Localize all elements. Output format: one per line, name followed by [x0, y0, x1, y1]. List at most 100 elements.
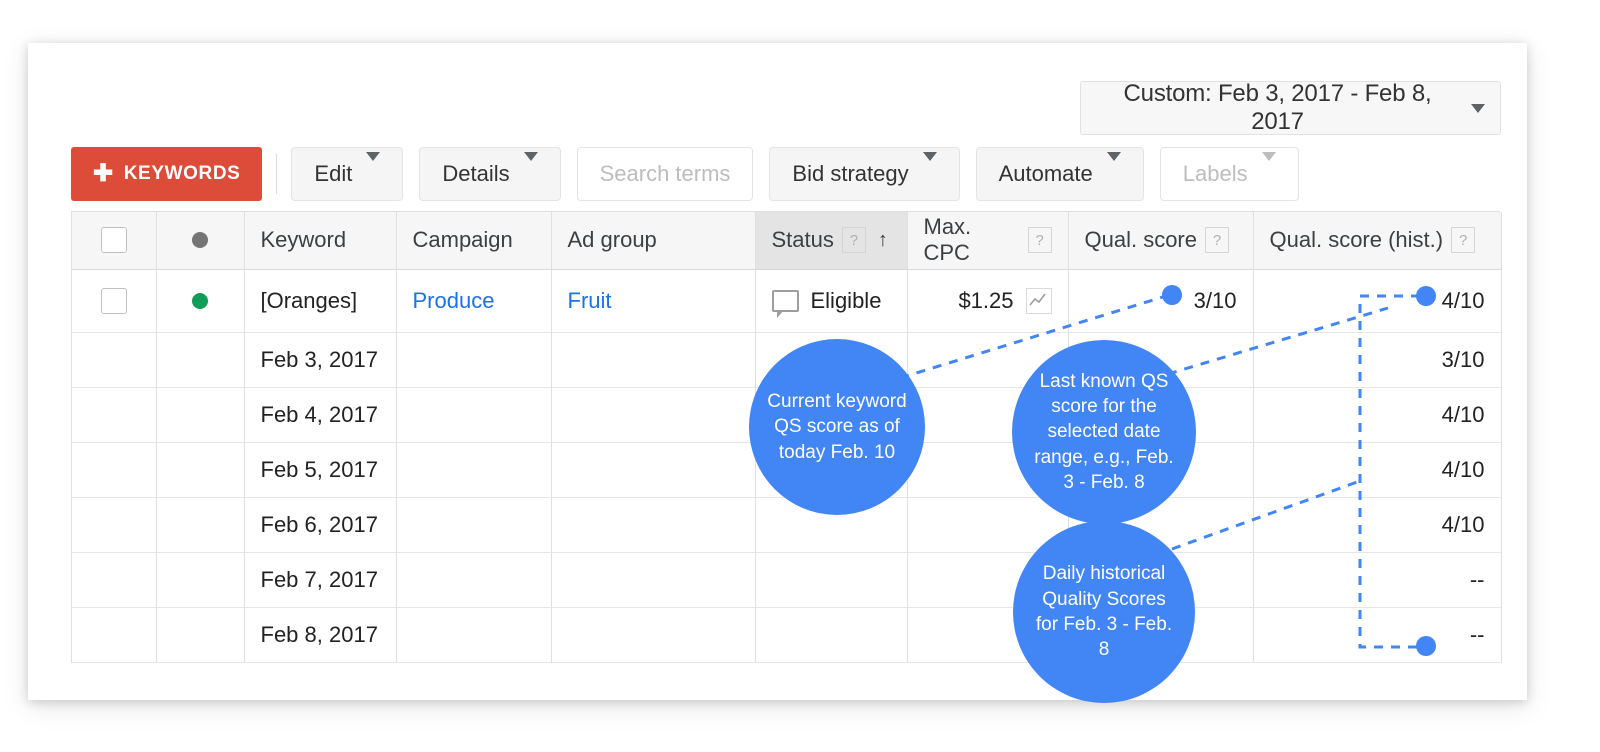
cell-status: Eligible: [755, 269, 907, 332]
cell-qual-score: 3/10: [1068, 269, 1253, 332]
add-keywords-button[interactable]: ✚ KEYWORDS: [71, 147, 262, 201]
labels-label: Labels: [1183, 161, 1248, 187]
header-max-cpc[interactable]: Max. CPC ?: [907, 212, 1068, 269]
row-status-dot-cell: [156, 607, 244, 662]
chevron-down-icon: [1107, 161, 1121, 187]
add-keywords-label: KEYWORDS: [124, 163, 241, 185]
table-row[interactable]: [Oranges] Produce Fruit Eligible: [72, 269, 1501, 332]
toolbar-divider: [276, 154, 277, 194]
header-max-cpc-label: Max. CPC: [924, 214, 1020, 266]
cell-campaign: [396, 497, 551, 552]
cell-ad-group: [551, 497, 755, 552]
cell-campaign: [396, 552, 551, 607]
speech-bubble-icon[interactable]: [772, 290, 799, 312]
row-status-dot-cell: [156, 387, 244, 442]
cell-qual-score-hist: 3/10: [1253, 332, 1501, 387]
automate-label: Automate: [999, 161, 1093, 187]
cell-date: Feb 6, 2017: [244, 497, 396, 552]
cell-keyword: [Oranges]: [244, 269, 396, 332]
callout-current-qs: Current keyword QS score as of today Feb…: [749, 339, 925, 515]
header-qual-score-hist-label: Qual. score (hist.): [1270, 227, 1444, 253]
row-checkbox[interactable]: [101, 288, 127, 314]
cell-ad-group: [551, 607, 755, 662]
callout-daily-historical-qs: Daily historical Quality Scores for Feb.…: [1013, 521, 1195, 703]
status-text: Eligible: [811, 288, 882, 314]
help-icon[interactable]: ?: [1028, 227, 1052, 253]
header-ad-group-label: Ad group: [568, 227, 657, 253]
row-select-cell: [72, 442, 156, 497]
cell-qual-score-hist: 4/10: [1253, 269, 1501, 332]
screenshot-root: Custom: Feb 3, 2017 - Feb 8, 2017 ✚ KEYW…: [0, 0, 1600, 752]
row-select-cell[interactable]: [72, 269, 156, 332]
row-status-dot-cell: [156, 332, 244, 387]
row-status-dot-cell: [156, 497, 244, 552]
table-header-row: Keyword Campaign Ad group Status ?: [72, 212, 1501, 269]
campaign-link[interactable]: Produce: [413, 288, 495, 313]
ad-group-link[interactable]: Fruit: [568, 288, 612, 313]
cell-qual-score-hist: 4/10: [1253, 387, 1501, 442]
header-status-label: Status: [772, 227, 834, 253]
help-icon[interactable]: ?: [842, 227, 866, 253]
keywords-toolbar: ✚ KEYWORDS Edit Details Search terms Bid…: [71, 147, 1315, 201]
chevron-down-icon: [524, 161, 538, 187]
table-row: Feb 8, 2017 --: [72, 607, 1501, 662]
sort-ascending-icon[interactable]: ↑: [878, 230, 888, 250]
cell-campaign[interactable]: Produce: [396, 269, 551, 332]
cell-qual-score-hist: 4/10: [1253, 497, 1501, 552]
cell-date: Feb 7, 2017: [244, 552, 396, 607]
line-chart-icon[interactable]: [1026, 288, 1052, 314]
cell-max-cpc[interactable]: $1.25: [907, 269, 1068, 332]
header-qual-score-label: Qual. score: [1085, 227, 1198, 253]
edit-button[interactable]: Edit: [291, 147, 403, 201]
cell-qual-score-hist: 4/10: [1253, 442, 1501, 497]
plus-icon: ✚: [93, 162, 114, 186]
header-qual-score-hist[interactable]: Qual. score (hist.) ?: [1253, 212, 1501, 269]
cell-qual-score-hist: --: [1253, 552, 1501, 607]
header-status[interactable]: Status ? ↑: [755, 212, 907, 269]
cell-status: [755, 552, 907, 607]
bid-strategy-label: Bid strategy: [792, 161, 908, 187]
chevron-down-icon: [366, 161, 380, 187]
date-range-selector[interactable]: Custom: Feb 3, 2017 - Feb 8, 2017: [1080, 81, 1501, 135]
chevron-down-icon[interactable]: [1456, 104, 1500, 113]
date-range-label: Custom: Feb 3, 2017 - Feb 8, 2017: [1081, 80, 1456, 136]
row-select-cell: [72, 332, 156, 387]
details-button[interactable]: Details: [419, 147, 560, 201]
header-campaign-label: Campaign: [413, 227, 513, 253]
cell-date: Feb 3, 2017: [244, 332, 396, 387]
row-select-cell: [72, 607, 156, 662]
search-terms-label: Search terms: [600, 161, 731, 187]
header-keyword[interactable]: Keyword: [244, 212, 396, 269]
cell-ad-group: [551, 332, 755, 387]
row-select-cell: [72, 387, 156, 442]
status-dot-header: [156, 212, 244, 269]
status-dot-icon: [192, 232, 208, 248]
chevron-down-icon: [1262, 161, 1276, 187]
cell-qual-score-hist: --: [1253, 607, 1501, 662]
header-keyword-label: Keyword: [261, 227, 347, 253]
table-row: Feb 6, 2017 4/10: [72, 497, 1501, 552]
header-ad-group[interactable]: Ad group: [551, 212, 755, 269]
help-icon[interactable]: ?: [1451, 227, 1475, 253]
cell-campaign: [396, 387, 551, 442]
chevron-down-icon: [923, 161, 937, 187]
cell-ad-group: [551, 387, 755, 442]
row-status-dot-cell: [156, 269, 244, 332]
select-all-checkbox[interactable]: [101, 227, 127, 253]
cell-ad-group: [551, 442, 755, 497]
header-qual-score[interactable]: Qual. score ?: [1068, 212, 1253, 269]
cell-ad-group: [551, 552, 755, 607]
help-icon[interactable]: ?: [1205, 227, 1229, 253]
header-campaign[interactable]: Campaign: [396, 212, 551, 269]
row-status-dot-cell: [156, 442, 244, 497]
cell-ad-group[interactable]: Fruit: [551, 269, 755, 332]
cell-date: Feb 4, 2017: [244, 387, 396, 442]
cell-campaign: [396, 332, 551, 387]
search-terms-button: Search terms: [577, 147, 754, 201]
bid-strategy-button[interactable]: Bid strategy: [769, 147, 959, 201]
row-status-dot-cell: [156, 552, 244, 607]
row-select-cell: [72, 497, 156, 552]
automate-button[interactable]: Automate: [976, 147, 1144, 201]
cell-campaign: [396, 607, 551, 662]
select-all-header[interactable]: [72, 212, 156, 269]
